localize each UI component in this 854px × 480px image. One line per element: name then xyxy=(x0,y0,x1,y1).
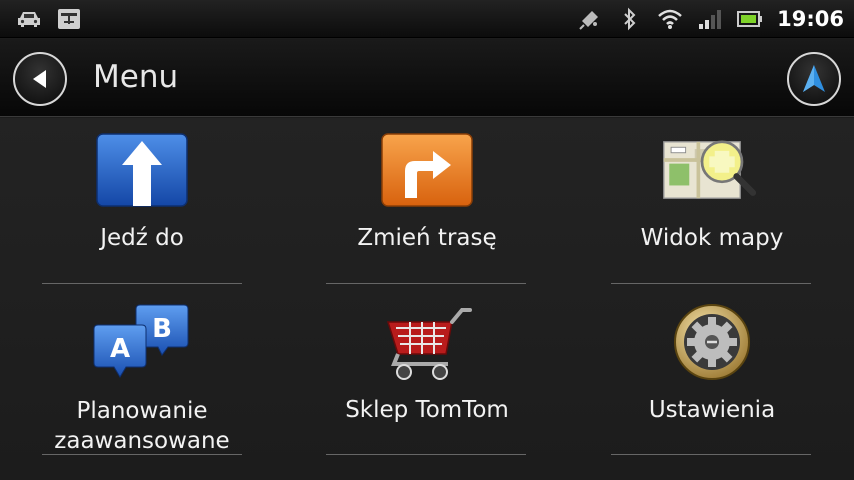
menu-item-label: Zmień trasę xyxy=(357,225,497,251)
title-bar: Menu xyxy=(0,39,854,117)
menu-item-settings[interactable]: Ustawienia xyxy=(570,290,854,460)
divider xyxy=(42,454,242,455)
navigation-arrow-icon xyxy=(803,65,825,92)
signal-icon xyxy=(697,7,723,31)
shop-cart-icon xyxy=(377,302,477,382)
menu-item-tomtom-shop[interactable]: Sklep TomTom xyxy=(285,290,569,460)
menu-item-change-route[interactable]: Zmień trasę xyxy=(285,118,569,288)
drive-to-icon xyxy=(92,130,192,210)
route-planning-icon: B A xyxy=(92,302,192,382)
status-bar: 19:06 xyxy=(0,0,854,38)
menu-item-label: Sklep TomTom xyxy=(345,397,509,423)
car-icon xyxy=(16,7,42,31)
page-title: Menu xyxy=(93,59,179,95)
divider xyxy=(611,454,811,455)
map-view-icon xyxy=(662,130,762,210)
navigation-view-button[interactable] xyxy=(787,52,841,106)
status-clock: 19:06 xyxy=(777,7,844,31)
wifi-icon xyxy=(657,7,683,31)
menu-grid: Jedź do Zmień trasę Widok mapy B A Plano… xyxy=(0,118,854,480)
svg-text:B: B xyxy=(152,314,172,344)
menu-item-drive-to[interactable]: Jedź do xyxy=(0,118,284,288)
menu-item-map-view[interactable]: Widok mapy xyxy=(570,118,854,288)
menu-item-label: Widok mapy xyxy=(640,225,784,251)
settings-gear-icon xyxy=(662,302,762,382)
svg-text:A: A xyxy=(110,334,130,364)
battery-icon xyxy=(737,7,763,31)
back-button[interactable] xyxy=(13,52,67,106)
gps-icon xyxy=(577,7,603,31)
divider xyxy=(42,283,242,284)
divider xyxy=(326,454,526,455)
divider xyxy=(326,283,526,284)
menu-item-label-line1: Planowanie xyxy=(76,398,208,424)
divider xyxy=(611,283,811,284)
menu-item-label: Planowanie zaawansowane xyxy=(0,396,284,456)
menu-item-label-line2: zaawansowane xyxy=(54,428,230,454)
menu-item-label: Jedź do xyxy=(100,225,184,251)
change-route-icon xyxy=(377,130,477,210)
back-arrow-icon xyxy=(33,70,46,88)
usb-icon xyxy=(56,7,82,31)
bluetooth-icon xyxy=(617,7,643,31)
menu-item-label: Ustawienia xyxy=(648,397,776,423)
menu-item-advanced-planning[interactable]: B A Planowanie zaawansowane xyxy=(0,290,284,460)
